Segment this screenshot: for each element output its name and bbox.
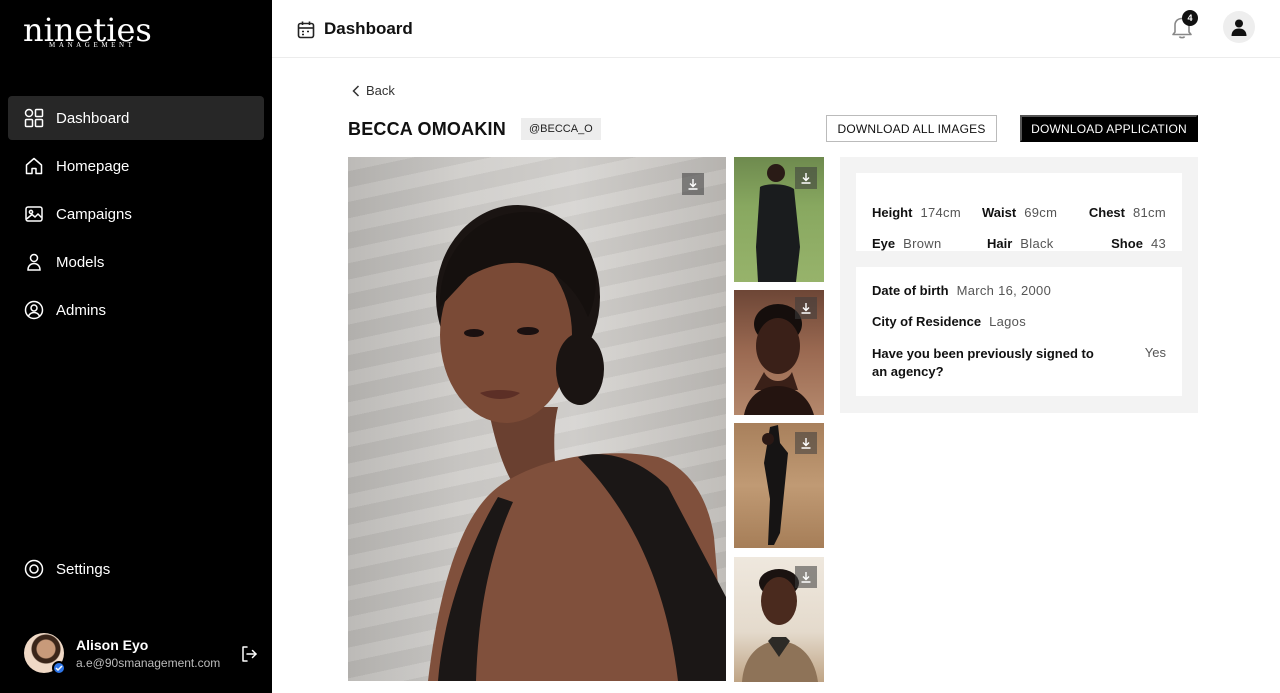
chest-label: Chest [1088, 205, 1125, 220]
personal-details-card: Date of birth March 16, 2000 City of Resi… [856, 267, 1182, 396]
hair-value: Black [1020, 236, 1054, 251]
sidebar-item-label: Models [56, 253, 105, 271]
waist-field: Waist 69cm [982, 205, 1057, 220]
settings-icon [24, 559, 44, 579]
shoe-field: Shoe 43 [1111, 236, 1166, 251]
dob-label: Date of birth [872, 283, 949, 298]
thumbnail-photo-4[interactable] [734, 557, 824, 682]
sidebar-nav: Dashboard Homepage Campaigns Models Admi… [8, 96, 264, 336]
thumbnail-photo-3[interactable] [734, 423, 824, 548]
shoe-value: 43 [1150, 236, 1166, 251]
user-icon [1231, 19, 1247, 36]
sidebar-item-label: Homepage [56, 157, 130, 175]
sidebar-item-campaigns[interactable]: Campaigns [8, 192, 264, 236]
sidebar-item-label: Dashboard [56, 109, 130, 127]
account-menu-button[interactable] [1223, 11, 1255, 43]
calendar-icon [296, 20, 316, 40]
dashboard-grid-icon [24, 108, 44, 128]
home-icon [24, 156, 44, 176]
main-photo[interactable] [348, 157, 726, 681]
thumbnail-photo-1[interactable] [734, 157, 824, 282]
sidebar: nineties MANAGEMENT Dashboard Homepage C… [0, 0, 272, 693]
dob-field: Date of birth March 16, 2000 [872, 283, 1051, 298]
sidebar-item-label: Campaigns [56, 205, 132, 223]
sidebar-item-label: Settings [56, 560, 111, 578]
download-icon[interactable] [795, 566, 817, 588]
sidebar-item-homepage[interactable]: Homepage [8, 144, 264, 188]
user-name: Alison Eyo [76, 637, 149, 653]
download-application-button[interactable]: DOWNLOAD APPLICATION [1020, 115, 1198, 142]
notification-count-badge: 4 [1182, 10, 1198, 26]
eye-field: Eye Brown [872, 236, 942, 251]
image-gallery-icon [24, 204, 44, 224]
logo-subtext: MANAGEMENT [49, 41, 136, 49]
sidebar-item-settings[interactable]: Settings [8, 547, 264, 591]
user-profile: Alison Eyo a.e@90smanagement.com [24, 633, 264, 675]
eye-label: Eye [872, 236, 896, 251]
page-title: Dashboard [324, 19, 413, 38]
chest-field: Chest 81cm [1089, 205, 1166, 220]
hair-field: Hair Black [987, 236, 1054, 251]
download-icon[interactable] [795, 432, 817, 454]
waist-value: 69cm [1024, 205, 1058, 220]
chevron-left-icon [352, 84, 360, 97]
model-info-panel: Height 174cm Waist 69cm Chest 81cm Eye Brown… [840, 157, 1198, 413]
thumbnail-photo-2[interactable] [734, 290, 824, 415]
download-icon[interactable] [795, 167, 817, 189]
model-name: BECCA OMOAKIN [348, 119, 506, 139]
back-link[interactable]: Back [352, 83, 395, 98]
user-circle-icon [24, 300, 44, 320]
signed-question: Have you been previously signed to an ag… [872, 346, 1094, 379]
signed-answer: Yes [1144, 345, 1166, 360]
model-handle-badge: @BECCA_O [521, 118, 601, 140]
download-all-images-button[interactable]: DOWNLOAD ALL IMAGES [826, 115, 997, 142]
sidebar-item-dashboard[interactable]: Dashboard [8, 96, 264, 140]
person-icon [24, 252, 44, 272]
sidebar-item-admins[interactable]: Admins [8, 288, 264, 332]
download-icon[interactable] [682, 173, 704, 195]
brand-logo[interactable]: nineties MANAGEMENT [23, 14, 153, 54]
shoe-label: Shoe [1111, 236, 1143, 251]
settings-section: Settings [8, 547, 264, 595]
sidebar-item-label: Admins [56, 301, 107, 319]
eye-value: Brown [903, 236, 942, 251]
chest-value: 81cm [1133, 205, 1166, 220]
height-value: 174cm [920, 205, 961, 220]
verified-badge-icon [52, 661, 66, 675]
city-label: City of Residence [872, 314, 982, 329]
city-field: City of Residence Lagos [872, 314, 1026, 329]
back-label: Back [366, 83, 395, 98]
dob-value: March 16, 2000 [956, 283, 1052, 298]
measurements-card: Height 174cm Waist 69cm Chest 81cm Eye Brown… [856, 173, 1182, 251]
user-email: a.e@90smanagement.com [76, 656, 221, 670]
waist-label: Waist [982, 205, 1017, 220]
city-value: Lagos [989, 314, 1027, 329]
logout-icon[interactable] [240, 645, 258, 663]
height-label: Height [872, 205, 913, 220]
sidebar-item-models[interactable]: Models [8, 240, 264, 284]
height-field: Height 174cm [872, 205, 961, 220]
top-header: Dashboard 4 [272, 0, 1280, 58]
hair-label: Hair [987, 236, 1013, 251]
download-icon[interactable] [795, 297, 817, 319]
